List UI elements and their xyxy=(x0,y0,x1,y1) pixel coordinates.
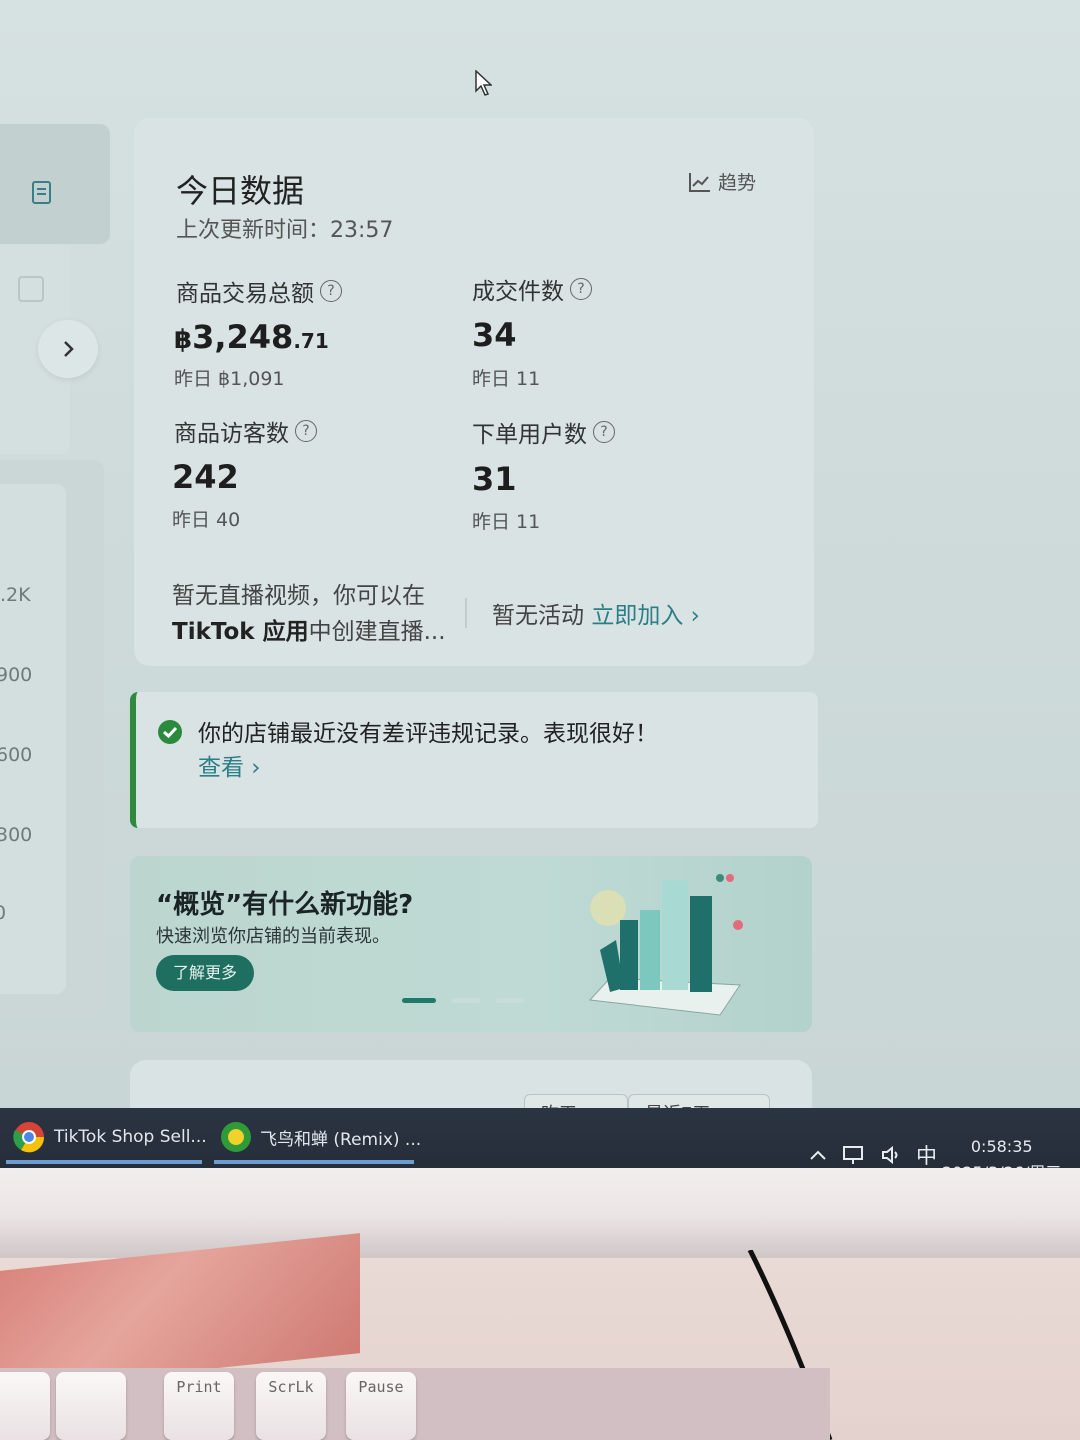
metric-label-text: 商品交易总额 xyxy=(176,281,314,307)
chrome-icon xyxy=(13,1122,45,1153)
axis-label: .2K xyxy=(0,584,31,606)
key-pause: Pause xyxy=(346,1372,416,1440)
expand-sidebar-button[interactable] xyxy=(38,320,98,378)
sidebar-partial xyxy=(0,124,110,244)
chevron-right-icon xyxy=(64,341,74,357)
active-window-indicator xyxy=(6,1160,202,1164)
live-line-2: TikTok 应用中创建直播... xyxy=(172,614,452,650)
metric-buyers-yesterday: 昨日 11 xyxy=(472,511,541,533)
monitor-screen: .2K 900 600 300 0 今日数据 上次更新时间：23:57 趋势 商… xyxy=(0,0,1080,1108)
metric-items-sold-value: 34 xyxy=(472,316,517,354)
no-activity-text: 暂无活动 xyxy=(492,603,584,629)
network-icon[interactable] xyxy=(842,1145,866,1165)
live-line-2-rest: 中创建直播... xyxy=(308,619,446,645)
axis-label: 900 xyxy=(0,664,33,686)
metric-label-text: 下单用户数 xyxy=(472,422,587,448)
help-icon[interactable]: ? xyxy=(570,278,592,300)
check-circle-icon xyxy=(158,720,182,744)
banner-subtitle: 快速浏览你店铺的当前表现。 xyxy=(156,926,390,947)
join-now-link[interactable]: 立即加入 › xyxy=(591,603,700,629)
metric-visitors-yesterday: 昨日 40 xyxy=(172,509,241,531)
system-tray: 中 xyxy=(808,1140,937,1170)
banner-title: “概览”有什么新功能? xyxy=(156,890,414,920)
key-scrlk: ScrLk xyxy=(256,1372,326,1440)
chevron-up-icon[interactable] xyxy=(808,1147,828,1163)
metric-visitors-value: 242 xyxy=(172,458,239,496)
value-main: 3,248 xyxy=(192,318,294,356)
clock-time: 0:58:35 xyxy=(970,1137,1033,1156)
monitor-bezel xyxy=(0,1168,1080,1258)
metric-label-text: 商品访客数 xyxy=(174,421,289,447)
live-line-1: 暂无直播视频，你可以在 xyxy=(172,583,425,609)
taskbar-item-label: 飞鸟和蝉 (Remix) ... xyxy=(260,1129,422,1150)
tab-last-7-days[interactable]: 最近7天 xyxy=(628,1094,770,1108)
document-icon[interactable] xyxy=(30,180,54,206)
metric-label-text: 成交件数 xyxy=(472,279,564,305)
help-icon[interactable]: ? xyxy=(320,280,342,302)
axis-label: 600 xyxy=(0,744,33,766)
carousel-dot-active[interactable] xyxy=(402,998,436,1003)
key-print: Print xyxy=(164,1372,234,1440)
key-label: Pause xyxy=(358,1378,404,1396)
axis-label: 0 xyxy=(0,902,7,924)
music-player-icon xyxy=(221,1122,251,1152)
metric-visitors-label: 商品访客数 ? xyxy=(174,414,317,448)
value-decimal: .71 xyxy=(293,329,329,353)
metric-gmv-label: 商品交易总额 ? xyxy=(176,274,342,308)
metric-gmv-yesterday: 昨日 ฿1,091 xyxy=(174,368,285,390)
activity-notice: 暂无活动 立即加入 › xyxy=(492,596,700,630)
key-label: Print xyxy=(176,1378,222,1396)
taskbar-item-music[interactable]: 飞鸟和蝉 (Remix) ... xyxy=(220,1116,421,1158)
taskbar-item-tiktok-shop[interactable]: TikTok Shop Sell... xyxy=(12,1116,207,1158)
notice-text: 你的店铺最近没有差评违规记录。表现很好！ xyxy=(198,721,658,747)
trend-label: 趋势 xyxy=(718,172,757,194)
live-video-notice: 暂无直播视频，你可以在 TikTok 应用中创建直播... xyxy=(172,578,452,650)
ime-indicator[interactable]: 中 xyxy=(916,1140,937,1170)
metric-items-sold-yesterday: 昨日 11 xyxy=(472,368,541,390)
line-chart-icon xyxy=(689,172,710,192)
keyboard-key xyxy=(56,1372,126,1440)
help-icon[interactable]: ? xyxy=(295,420,317,442)
metric-buyers-label: 下单用户数 ? xyxy=(472,415,615,449)
metric-items-sold-label: 成交件数 ? xyxy=(472,272,592,306)
keyboard-key xyxy=(0,1372,50,1440)
divider xyxy=(465,598,467,628)
carousel-dot[interactable] xyxy=(452,998,480,1003)
mouse-cursor-icon xyxy=(475,70,492,96)
metric-buyers-value: 31 xyxy=(472,460,517,498)
key-label: ScrLk xyxy=(268,1378,314,1396)
active-window-indicator xyxy=(214,1160,414,1164)
metric-gmv-value: ฿3,248.71 xyxy=(174,318,329,356)
learn-more-button[interactable]: 了解更多 xyxy=(156,955,254,991)
page-title: 今日数据 xyxy=(176,172,305,210)
checkbox[interactable] xyxy=(18,276,44,302)
bar-chart-illustration-icon xyxy=(588,874,743,1016)
taskbar-item-label: TikTok Shop Sell... xyxy=(54,1127,207,1147)
currency-symbol: ฿ xyxy=(174,325,193,355)
tab-yesterday[interactable]: 昨天 xyxy=(524,1094,628,1108)
volume-icon[interactable] xyxy=(880,1145,902,1165)
axis-label: 300 xyxy=(0,824,33,846)
trend-link[interactable]: 趋势 xyxy=(688,168,756,195)
help-icon[interactable]: ? xyxy=(593,421,615,443)
view-link[interactable]: 查看 › xyxy=(198,748,261,782)
left-chart-area xyxy=(0,484,66,994)
carousel-dot[interactable] xyxy=(496,998,524,1003)
tiktok-app-text: TikTok 应用 xyxy=(172,619,309,645)
last-updated-text: 上次更新时间：23:57 xyxy=(176,218,394,243)
